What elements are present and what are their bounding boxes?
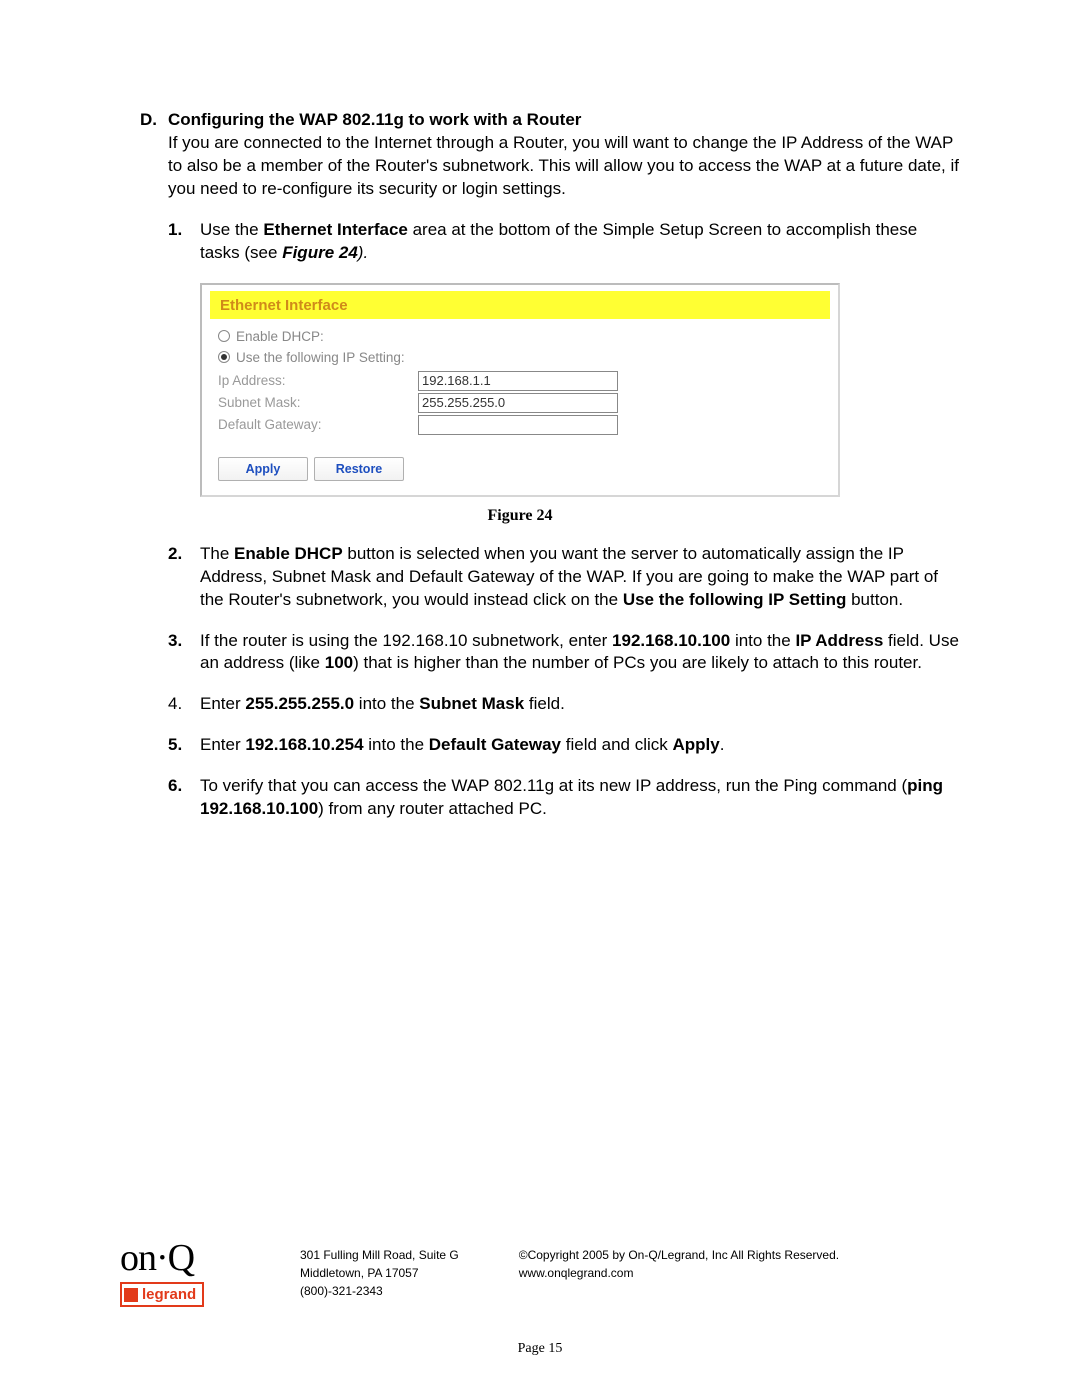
radio-enable-dhcp-row[interactable]: Enable DHCP: [218,329,822,344]
radio-static-ip[interactable] [218,351,230,363]
ip-address-input[interactable] [418,371,618,391]
figure-24: Ethernet Interface Enable DHCP: Use the … [200,283,840,525]
step-number: 2. [168,543,200,612]
ethernet-title: Ethernet Interface [220,297,348,314]
step-body: To verify that you can access the WAP 80… [200,775,960,821]
step-5: 5. Enter 192.168.10.254 into the Default… [168,734,960,757]
step-number: 4. [168,693,200,716]
step-body: Enter 255.255.255.0 into the Subnet Mask… [200,693,960,716]
step-3: 3. If the router is using the 192.168.10… [168,630,960,676]
default-gateway-input[interactable] [418,415,618,435]
section-title: Configuring the WAP 802.11g to work with… [168,110,581,129]
radio-enable-dhcp-label: Enable DHCP: [236,329,324,344]
step-body: Enter 192.168.10.254 into the Default Ga… [200,734,960,757]
step-2: 2. The Enable DHCP button is selected wh… [168,543,960,612]
page-footer: on·Q legrand 301 Fulling Mill Road, Suit… [120,1242,960,1307]
onq-legrand-logo: on·Q legrand [120,1236,220,1307]
radio-enable-dhcp[interactable] [218,330,230,342]
figure-caption: Figure 24 [200,507,840,525]
radio-static-ip-row[interactable]: Use the following IP Setting: [218,350,822,365]
step-body: If the router is using the 192.168.10 su… [200,630,960,676]
logo-square-icon [124,1288,138,1302]
logo-onq-text: on·Q [120,1236,220,1280]
step-number: 6. [168,775,200,821]
ip-address-label: Ip Address: [218,373,418,388]
step-body: Use the Ethernet Interface area at the b… [200,219,960,265]
step-number: 5. [168,734,200,757]
logo-legrand-text: legrand [142,1286,196,1303]
section-letter: D. [140,110,168,130]
footer-address: 301 Fulling Mill Road, Suite G Middletow… [300,1246,459,1300]
subnet-mask-label: Subnet Mask: [218,395,418,410]
section-intro: If you are connected to the Internet thr… [168,132,960,201]
apply-button[interactable]: Apply [218,457,308,481]
logo-legrand-box: legrand [120,1282,204,1307]
restore-button[interactable]: Restore [314,457,404,481]
ethernet-interface-panel: Ethernet Interface Enable DHCP: Use the … [200,283,840,497]
radio-static-ip-label: Use the following IP Setting: [236,350,405,365]
step-4: 4. Enter 255.255.255.0 into the Subnet M… [168,693,960,716]
step-number: 3. [168,630,200,676]
ethernet-title-bar: Ethernet Interface [210,291,830,319]
step-6: 6. To verify that you can access the WAP… [168,775,960,821]
section-heading: D.Configuring the WAP 802.11g to work wi… [140,110,960,130]
step-1: 1. Use the Ethernet Interface area at th… [168,219,960,265]
step-number: 1. [168,219,200,265]
default-gateway-label: Default Gateway: [218,417,418,432]
subnet-mask-input[interactable] [418,393,618,413]
page-number: Page 15 [0,1341,1080,1357]
footer-copyright: ©Copyright 2005 by On-Q/Legrand, Inc All… [519,1246,839,1300]
step-body: The Enable DHCP button is selected when … [200,543,960,612]
